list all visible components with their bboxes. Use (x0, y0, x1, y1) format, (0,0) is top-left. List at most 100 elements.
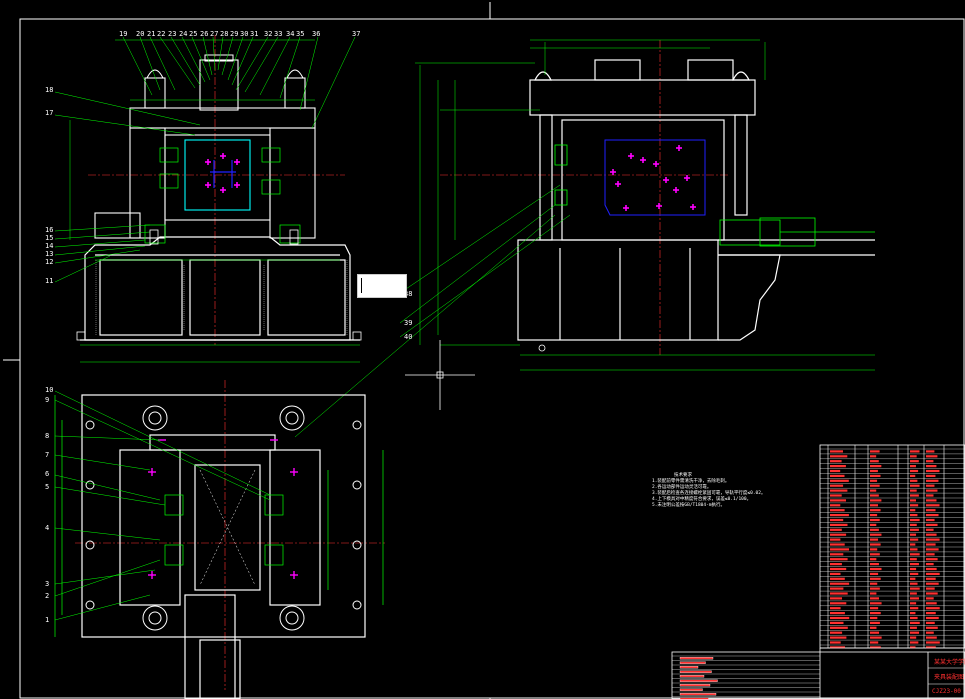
bom-cell-text (910, 528, 919, 531)
part-balloon: 18 (45, 86, 54, 94)
bom-cell-text (926, 572, 940, 575)
part-balloon: 21 (147, 30, 156, 38)
title-block-cell-text (679, 688, 703, 691)
bom-cell-text (830, 636, 847, 639)
part-balloon: 9 (45, 396, 50, 404)
bom-cell-text (870, 504, 878, 507)
bom-cell-text (830, 514, 849, 517)
title-block-cell-text (679, 670, 712, 673)
bom-cell-text (926, 592, 938, 595)
part-balloon: 14 (45, 242, 54, 250)
bom-cell-text (926, 641, 940, 644)
part-balloon: 20 (136, 30, 145, 38)
bom-cell-text (910, 494, 919, 497)
bom-cell-text (926, 509, 936, 512)
bom-cell-text (870, 626, 877, 629)
part-balloon: 25 (189, 30, 198, 38)
bom-cell-text (926, 479, 939, 482)
title-block-school: 某某大学学院 (934, 659, 965, 666)
side-view (294, 39, 875, 438)
bom-cell-text (870, 602, 882, 605)
bom-cell-text (830, 523, 848, 526)
bom-cell-text (870, 450, 880, 453)
bom-cell-text (830, 631, 843, 634)
bom-cell-text (926, 597, 934, 600)
part-balloon: 10 (45, 386, 54, 394)
bom-cell-text (910, 626, 917, 629)
bom-cell-text (910, 484, 920, 487)
bom-cell-text (870, 636, 882, 639)
bom-cell-text (830, 558, 848, 561)
title-block-cell-text (679, 675, 705, 678)
title-block-cell-text (679, 693, 717, 696)
bom-cell-text (926, 577, 936, 580)
bom-cell-text (830, 548, 849, 551)
bom-cell-text (926, 474, 936, 477)
bom-cell-text (870, 494, 879, 497)
bom-cell-text (926, 489, 938, 492)
bom-cell-text (870, 509, 881, 512)
bom-cell-text (830, 597, 842, 600)
bom-cell-text (870, 548, 878, 551)
bom-cell-text (910, 533, 917, 536)
part-balloon: 12 (45, 258, 54, 266)
bom-cell-text (830, 518, 844, 522)
bom-cell-text (830, 626, 848, 629)
part-balloon: 37 (352, 30, 361, 38)
bom-cell-text (870, 523, 877, 526)
part-balloon: 15 (45, 234, 54, 242)
cad-command-input[interactable] (357, 274, 407, 298)
bom-cell-text (830, 533, 847, 536)
bom-cell-text (870, 567, 882, 571)
title-block (671, 647, 965, 699)
bom-cell-text (910, 489, 917, 492)
part-balloon: 35 (296, 30, 305, 38)
bom-cell-text (870, 474, 881, 477)
bom-cell-text (870, 631, 880, 634)
bom-cell-text (830, 509, 845, 512)
title-block-cell-text (679, 661, 706, 664)
bom-cell-text (926, 616, 939, 620)
bom-cell-text (926, 626, 938, 629)
bom-cell-text (870, 460, 879, 463)
part-balloon: 36 (312, 30, 321, 38)
bom-cell-text (910, 479, 918, 482)
bom-cell-text (870, 465, 882, 468)
part-balloon: 31 (250, 30, 259, 38)
bom-cell-text (830, 460, 842, 463)
bom-cell-text (910, 631, 920, 634)
part-balloon: 13 (45, 250, 54, 258)
cad-drawing-canvas (3, 2, 965, 699)
bom-cell-text (926, 523, 938, 526)
bom-cell-text (870, 641, 879, 644)
part-balloon: 28 (220, 30, 229, 38)
part-balloon: 33 (274, 30, 283, 38)
bom-cell-text (910, 587, 920, 590)
part-balloon: 32 (264, 30, 273, 38)
bom-cell-text (910, 543, 916, 546)
bom-cell-text (830, 494, 842, 497)
bom-cell-text (910, 572, 919, 575)
bom-cell-text (910, 602, 917, 605)
bom-cell-text (870, 514, 878, 517)
bom-cell-text (926, 494, 934, 497)
bom-cell-text (926, 533, 937, 536)
bom-cell-text (830, 572, 841, 575)
bom-cell-text (926, 460, 934, 463)
bom-cell-text (926, 499, 937, 502)
bom-cell-text (926, 563, 934, 566)
bom-cell-text (870, 558, 877, 561)
part-balloon: 26 (200, 30, 209, 38)
bom-cell-text (926, 612, 936, 615)
part-balloon: 27 (210, 30, 219, 38)
bom-cell-text (830, 567, 847, 571)
bom-cell-text (830, 469, 841, 473)
bom-cell-text (926, 553, 935, 556)
part-balloon: 4 (45, 524, 50, 532)
part-balloon: 3 (45, 580, 50, 588)
bom-cell-text (870, 607, 879, 610)
part-balloon: 1 (45, 616, 50, 624)
bom-cell-text (910, 518, 920, 522)
bom-cell-text (870, 538, 879, 541)
plan-view (54, 380, 385, 699)
